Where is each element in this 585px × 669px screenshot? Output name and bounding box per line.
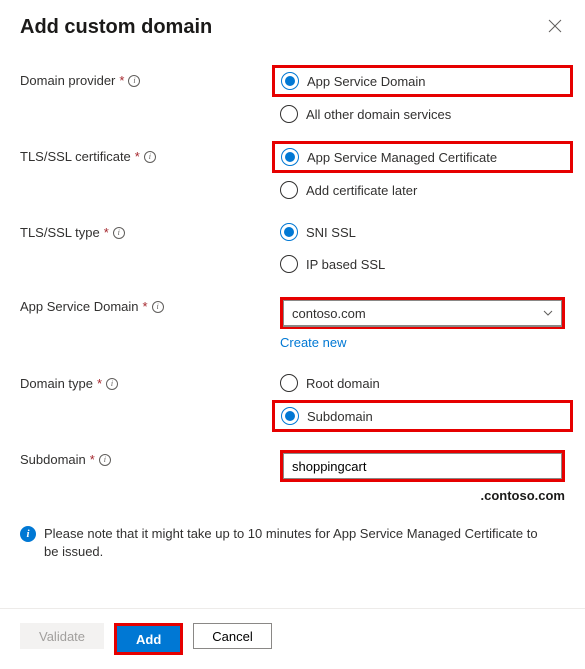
radio-label: All other domain services <box>306 107 451 122</box>
radio-label: Add certificate later <box>306 183 417 198</box>
radio-ip-based-ssl[interactable]: IP based SSL <box>280 255 565 273</box>
cancel-button[interactable]: Cancel <box>193 623 271 649</box>
app-service-domain-dropdown[interactable]: contoso.com <box>283 300 562 326</box>
subdomain-label: Subdomain <box>20 452 86 467</box>
chevron-down-icon <box>543 308 553 318</box>
tls-cert-label: TLS/SSL certificate <box>20 149 131 164</box>
info-icon[interactable]: i <box>99 454 111 466</box>
radio-managed-certificate[interactable]: App Service Managed Certificate <box>281 148 497 166</box>
radio-app-service-domain[interactable]: App Service Domain <box>281 72 426 90</box>
info-icon: i <box>20 526 36 542</box>
radio-icon <box>281 148 299 166</box>
add-button[interactable]: Add <box>117 626 180 652</box>
domain-provider-label: Domain provider <box>20 73 115 88</box>
radio-label: App Service Managed Certificate <box>307 150 497 165</box>
note-text: Please note that it might take up to 10 … <box>44 525 555 561</box>
radio-subdomain[interactable]: Subdomain <box>281 407 373 425</box>
subdomain-input[interactable] <box>283 453 562 479</box>
radio-icon <box>280 223 298 241</box>
required-mark: * <box>119 73 124 88</box>
tls-type-label: TLS/SSL type <box>20 225 100 240</box>
close-button[interactable] <box>545 16 565 36</box>
radio-label: Subdomain <box>307 409 373 424</box>
info-icon[interactable]: i <box>152 301 164 313</box>
page-title: Add custom domain <box>20 16 212 39</box>
radio-label: IP based SSL <box>306 257 385 272</box>
info-icon[interactable]: i <box>144 151 156 163</box>
required-mark: * <box>135 149 140 164</box>
close-icon <box>548 19 562 33</box>
radio-icon <box>280 374 298 392</box>
radio-label: App Service Domain <box>307 74 426 89</box>
radio-icon <box>280 181 298 199</box>
radio-root-domain[interactable]: Root domain <box>280 374 565 392</box>
required-mark: * <box>143 299 148 314</box>
radio-icon <box>280 255 298 273</box>
info-icon[interactable]: i <box>128 75 140 87</box>
required-mark: * <box>97 376 102 391</box>
info-icon[interactable]: i <box>113 227 125 239</box>
radio-icon <box>281 407 299 425</box>
radio-icon <box>280 105 298 123</box>
radio-icon <box>281 72 299 90</box>
create-new-link[interactable]: Create new <box>280 335 346 350</box>
info-icon[interactable]: i <box>106 378 118 390</box>
validate-button[interactable]: Validate <box>20 623 104 649</box>
radio-all-other-domain-services[interactable]: All other domain services <box>280 105 565 123</box>
required-mark: * <box>104 225 109 240</box>
radio-sni-ssl[interactable]: SNI SSL <box>280 223 565 241</box>
radio-label: SNI SSL <box>306 225 356 240</box>
domain-suffix: .contoso.com <box>280 488 565 503</box>
radio-add-certificate-later[interactable]: Add certificate later <box>280 181 565 199</box>
dropdown-value: contoso.com <box>292 306 366 321</box>
required-mark: * <box>90 452 95 467</box>
domain-type-label: Domain type <box>20 376 93 391</box>
radio-label: Root domain <box>306 376 380 391</box>
app-service-domain-label: App Service Domain <box>20 299 139 314</box>
